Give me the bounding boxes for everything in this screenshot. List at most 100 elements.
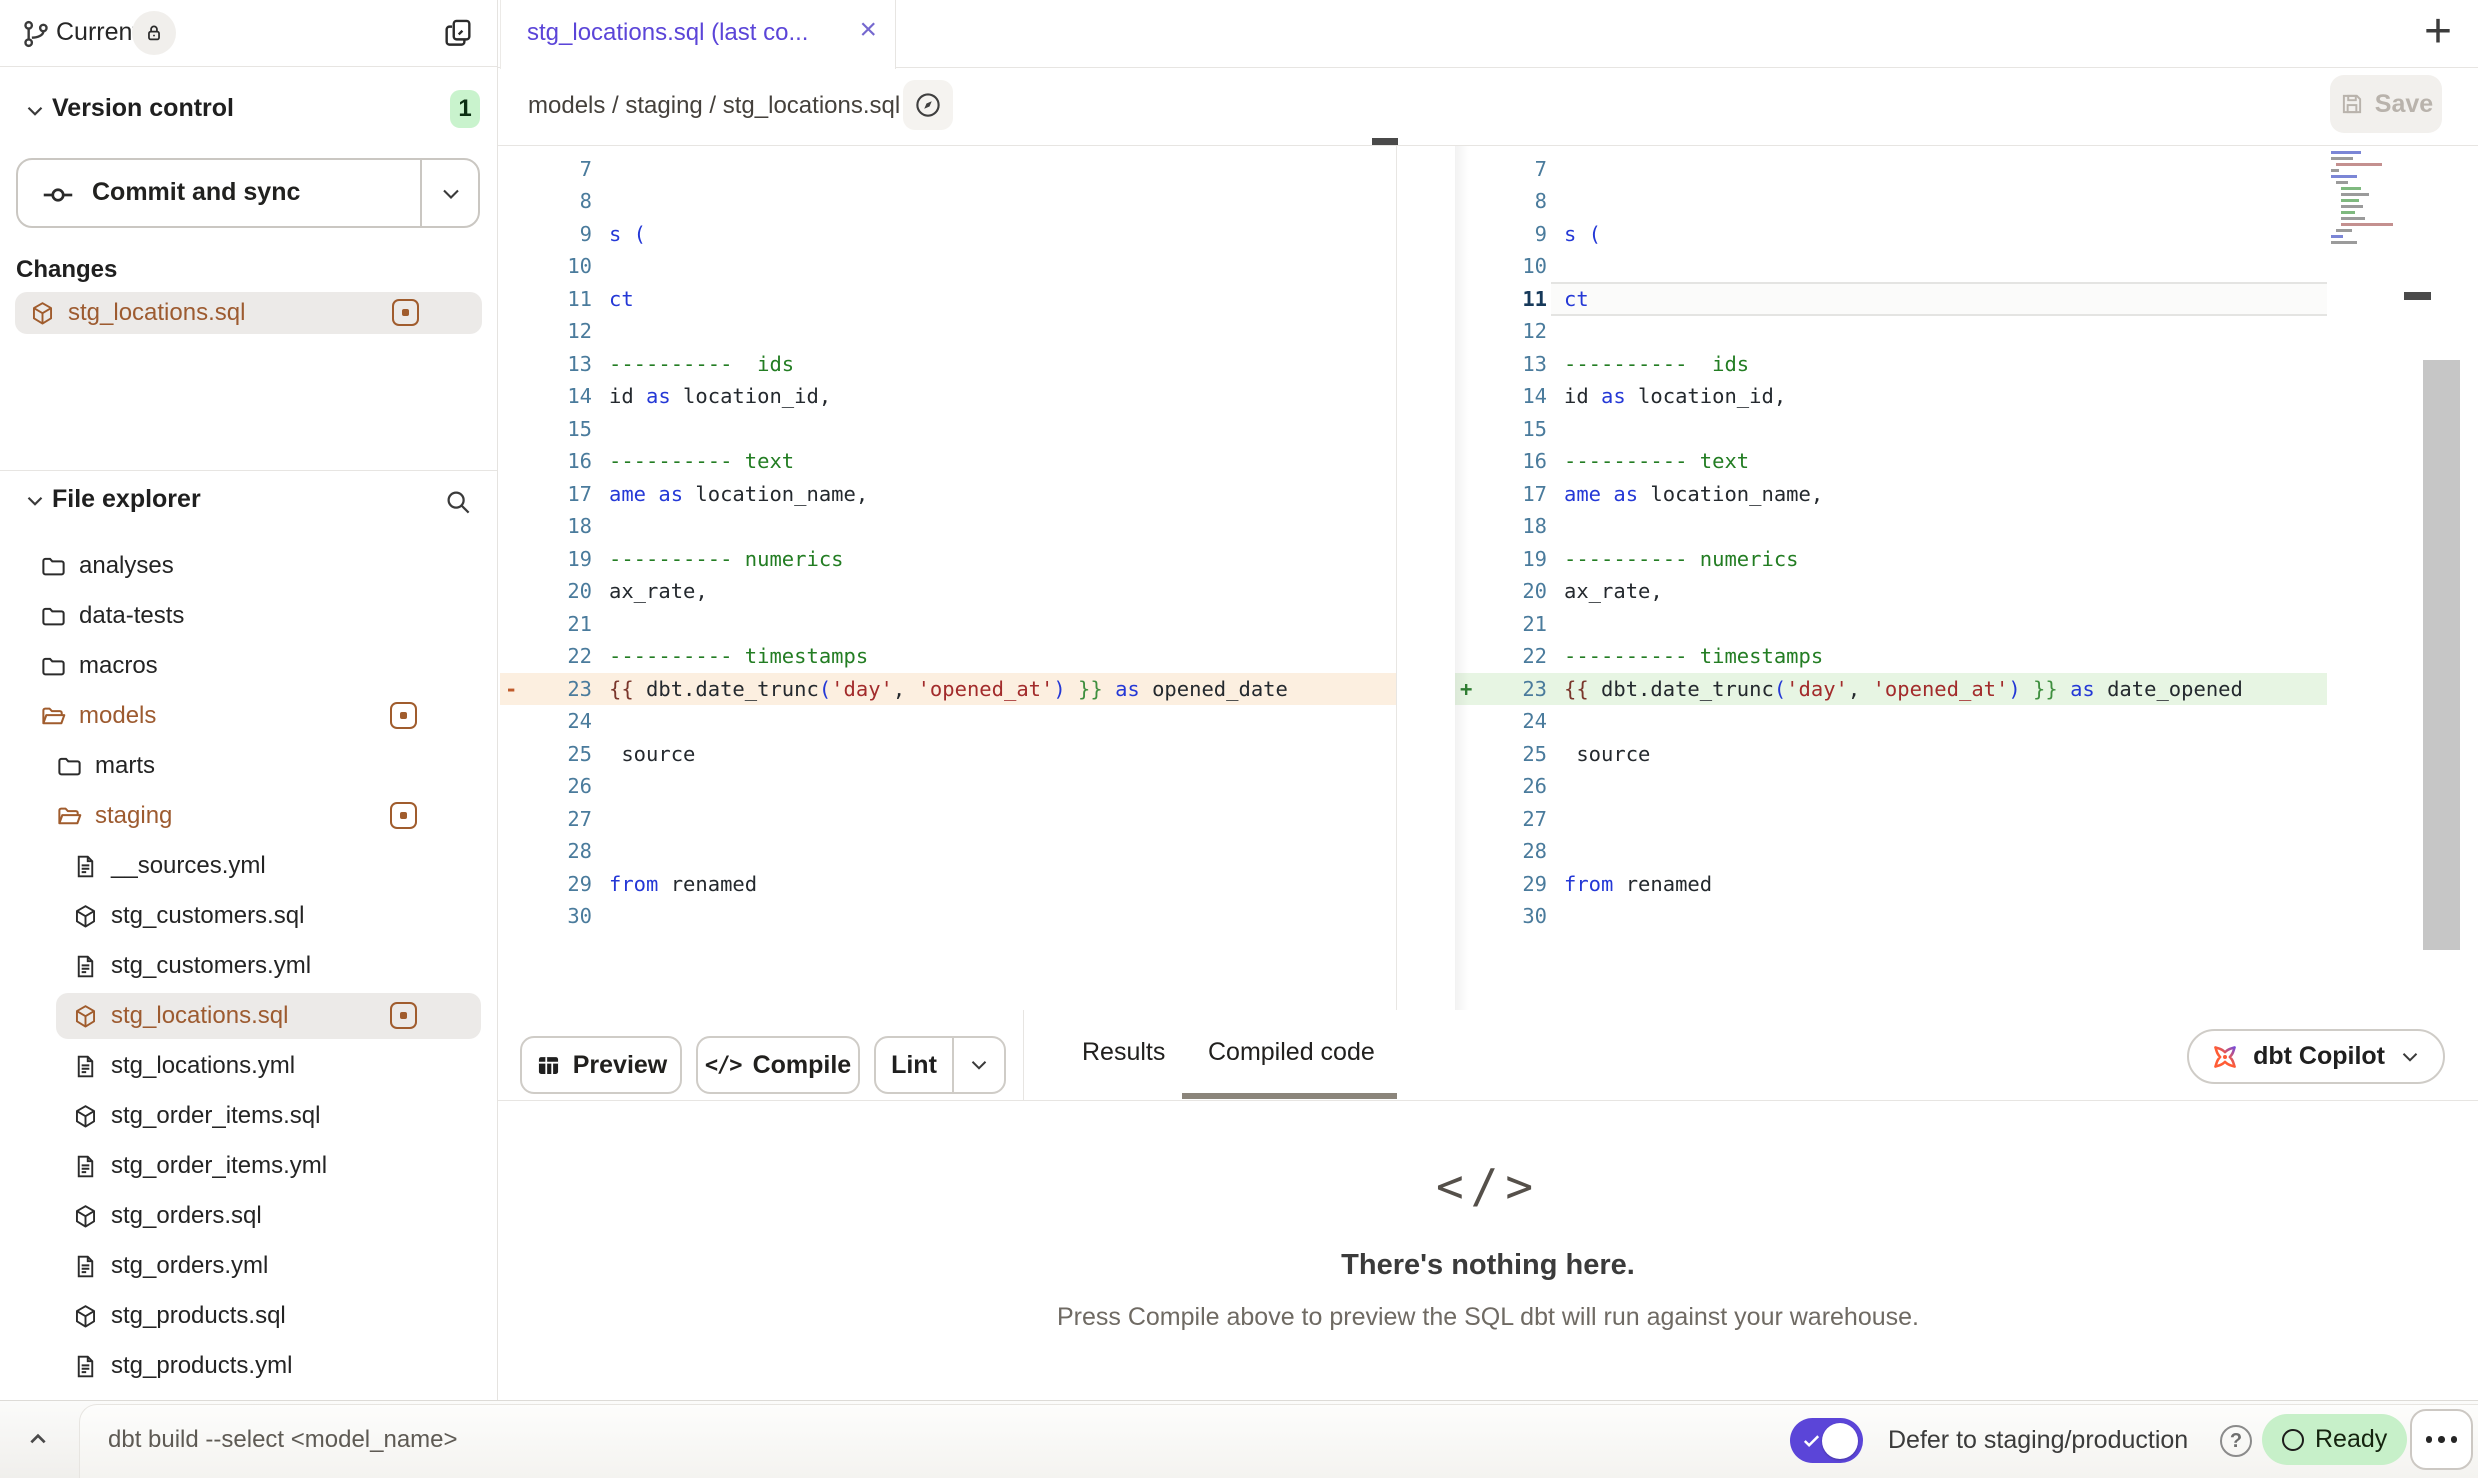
file-tree-item-stg-locations-yml[interactable]: stg_locations.yml — [0, 1041, 497, 1091]
file-name: staging — [95, 802, 172, 830]
code-line: 22---------- timestamps — [500, 640, 1396, 673]
code-line: 16---------- text — [500, 445, 1396, 478]
tab-title: stg_locations.sql (last co... — [527, 19, 808, 47]
code-line: 9s ( — [1455, 218, 2478, 251]
version-control-title: Version control — [52, 94, 234, 123]
file-tree-item-stg-products-yml[interactable]: stg_products.yml — [0, 1341, 497, 1391]
code-lines-left: 6789s (1011ct1213---------- ids14id as l… — [500, 146, 1396, 933]
file-tree-item-stg-order-items-sql[interactable]: stg_order_items.sql — [0, 1091, 497, 1141]
horizontal-scrollbar-thumb[interactable] — [2404, 292, 2431, 300]
doc-icon — [72, 853, 99, 880]
breadcrumb[interactable]: models / staging / stg_locations.sql — [528, 92, 900, 120]
folder-icon — [40, 653, 67, 680]
ready-status-badge[interactable]: Ready — [2262, 1414, 2407, 1465]
file-tree-item-stg-orders-sql[interactable]: stg_orders.sql — [0, 1191, 497, 1241]
code-line: 19---------- numerics — [1455, 543, 2478, 576]
code-line: 26 — [1455, 770, 2478, 803]
diff-pane-modified[interactable]: 6789s (1011ct1213---------- ids14id as l… — [1455, 146, 2478, 1010]
preview-button[interactable]: Preview — [520, 1036, 682, 1094]
check-icon — [1800, 1429, 1823, 1452]
code-line: 20ax_rate, — [500, 575, 1396, 608]
modified-badge — [390, 702, 417, 729]
code-line: 21 — [500, 608, 1396, 641]
changes-count-badge: 1 — [450, 90, 480, 128]
diff-pane-original[interactable]: 6789s (1011ct1213---------- ids14id as l… — [500, 146, 1397, 1010]
more-options-button[interactable] — [2410, 1409, 2473, 1470]
file-tree-item-stg-customers-yml[interactable]: stg_customers.yml — [0, 941, 497, 991]
folder-icon — [40, 553, 67, 580]
empty-state-title: There's nothing here. — [498, 1249, 2478, 1282]
chevron-down-icon[interactable] — [437, 180, 465, 208]
code-line: 27 — [500, 803, 1396, 836]
file-tree-item-stg-order-items-yml[interactable]: stg_order_items.yml — [0, 1141, 497, 1191]
code-line: 26 — [500, 770, 1396, 803]
file-tree-item-models[interactable]: models — [0, 691, 497, 741]
code-line: 14id as location_id, — [1455, 380, 2478, 413]
doc-icon — [72, 1353, 99, 1380]
code-line: 24 — [500, 705, 1396, 738]
code-icon: </> — [498, 1159, 2478, 1213]
defer-label: Defer to staging/production — [1888, 1426, 2188, 1455]
file-tree-item-macros[interactable]: macros — [0, 641, 497, 691]
code-line: 29from renamed — [1455, 868, 2478, 901]
file-tree-item-stg-locations-sql[interactable]: stg_locations.sql — [0, 991, 497, 1041]
search-icon[interactable] — [443, 487, 473, 517]
file-name: stg_products.sql — [111, 1302, 286, 1330]
status-bar: dbt build --select <model_name> Defer to… — [0, 1400, 2478, 1478]
tab-stg-locations[interactable]: stg_locations.sql (last co... × — [500, 0, 896, 69]
lineage-icon[interactable] — [903, 80, 953, 130]
file-tree-item-stg-customers-sql[interactable]: stg_customers.sql — [0, 891, 497, 941]
changed-file-row[interactable]: stg_locations.sql — [15, 292, 482, 334]
dbt-copilot-button[interactable]: dbt Copilot — [2187, 1029, 2445, 1084]
code-line: 7 — [1455, 153, 2478, 186]
file-tree-item-analyses[interactable]: analyses — [0, 541, 497, 591]
lint-button[interactable]: Lint — [876, 1038, 952, 1092]
tab-results[interactable]: Results — [1082, 1038, 1165, 1067]
branch-name: Current — [56, 18, 139, 47]
lock-icon — [143, 22, 165, 44]
tab-compiled-code[interactable]: Compiled code — [1208, 1038, 1375, 1067]
commit-and-sync-button[interactable]: Commit and sync — [16, 158, 480, 228]
expand-command-bar-button[interactable] — [22, 1423, 54, 1455]
defer-toggle[interactable] — [1790, 1418, 1863, 1463]
diff-editor[interactable]: 6789s (1011ct1213---------- ids14id as l… — [498, 146, 2478, 1010]
chevron-down-icon[interactable] — [22, 98, 48, 124]
file-tree-item-marts[interactable]: marts — [0, 741, 497, 791]
code-line: 18 — [1455, 510, 2478, 543]
modified-badge — [392, 299, 419, 326]
vertical-scrollbar-thumb[interactable] — [2423, 360, 2460, 950]
folder-open-icon — [40, 703, 67, 730]
save-button[interactable]: Save — [2330, 75, 2442, 133]
code-lines-right: 6789s (1011ct1213---------- ids14id as l… — [1455, 146, 2478, 933]
code-line: -23{{ dbt.date_trunc('day', 'opened_at')… — [500, 673, 1396, 706]
toggle-knob — [1822, 1423, 1858, 1459]
code-line: 7 — [500, 153, 1396, 186]
compile-button[interactable]: </> Compile — [696, 1036, 860, 1094]
file-tree-item-stg-products-sql[interactable]: stg_products.sql — [0, 1291, 497, 1341]
lint-split-button: Lint — [874, 1036, 1006, 1094]
copy-icon[interactable] — [441, 16, 475, 50]
save-label: Save — [2375, 90, 2433, 119]
divider — [1023, 1010, 1024, 1100]
file-tree-item-stg-orders-yml[interactable]: stg_orders.yml — [0, 1241, 497, 1291]
branch-bar: Current — [0, 0, 497, 67]
compiled-code-panel: </> There's nothing here. Press Compile … — [498, 1101, 2478, 1400]
chevron-down-icon[interactable] — [952, 1038, 1004, 1092]
minimap[interactable] — [2327, 148, 2400, 354]
code-line: 9s ( — [500, 218, 1396, 251]
file-tree-item-data-tests[interactable]: data-tests — [0, 591, 497, 641]
file-name: stg_order_items.sql — [111, 1102, 320, 1130]
file-tree-item-staging[interactable]: staging — [0, 791, 497, 841]
file-name: models — [79, 702, 156, 730]
copilot-label: dbt Copilot — [2253, 1042, 2385, 1071]
close-icon[interactable]: × — [859, 13, 877, 47]
new-tab-button[interactable]: + — [2424, 4, 2452, 59]
code-line: 15 — [500, 413, 1396, 446]
folder-icon — [40, 603, 67, 630]
help-icon[interactable]: ? — [2220, 1425, 2252, 1457]
file-tree-item--sources-yml[interactable]: __sources.yml — [0, 841, 497, 891]
code-line: 17ame as location_name, — [1455, 478, 2478, 511]
horizontal-scrollbar-thumb[interactable] — [1372, 138, 1398, 145]
doc-icon — [72, 953, 99, 980]
chevron-down-icon[interactable] — [22, 488, 48, 514]
